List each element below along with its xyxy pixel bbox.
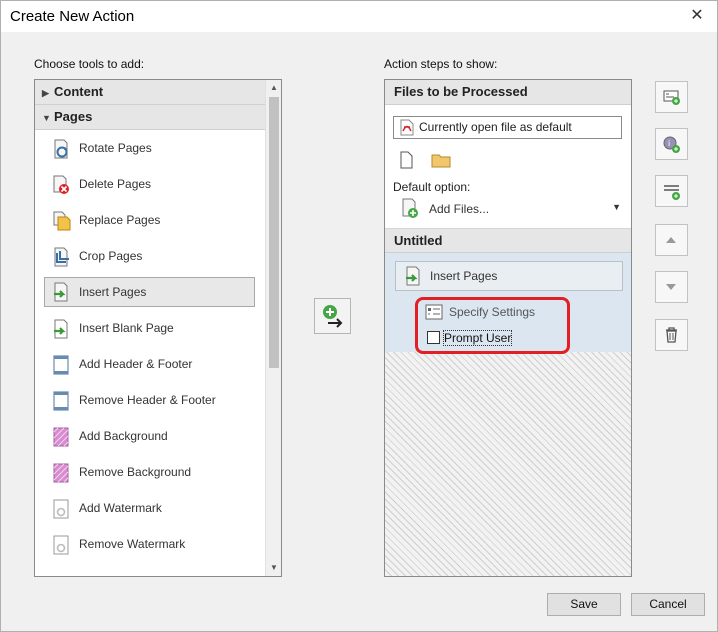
tool-add-background[interactable]: Add Background xyxy=(35,418,266,454)
file-icon xyxy=(400,151,413,169)
tool-remove-watermark[interactable]: Remove Watermark xyxy=(35,526,266,562)
add-instruction-step-icon xyxy=(663,90,680,105)
section-content[interactable]: ▶ Content xyxy=(35,80,266,105)
insert-pages-icon xyxy=(406,266,420,286)
rotate-pages-icon xyxy=(54,139,68,159)
move-up-button[interactable] xyxy=(655,224,688,256)
delete-pages-icon xyxy=(53,175,69,194)
move-up-icon xyxy=(666,237,676,243)
dropdown-arrow-icon: ▼ xyxy=(612,202,621,212)
add-instruction-step-button[interactable] xyxy=(655,81,688,113)
file-source-field[interactable]: Currently open file as default xyxy=(393,116,622,139)
empty-steps-area xyxy=(385,352,631,576)
tool-crop-pages[interactable]: Crop Pages xyxy=(35,238,266,274)
cancel-button[interactable]: Cancel xyxy=(631,593,705,616)
svg-text:i: i xyxy=(668,139,670,148)
tools-scrollbar[interactable]: ▲ ▼ xyxy=(265,80,281,576)
insert-pages-icon xyxy=(54,282,68,302)
delete-step-button[interactable] xyxy=(655,319,688,351)
tool-delete-pages[interactable]: Delete Pages xyxy=(35,166,266,202)
action-steps-label: Action steps to show: xyxy=(384,57,498,71)
add-header-footer-icon xyxy=(53,355,69,375)
add-background-icon xyxy=(53,427,69,447)
add-to-action-icon xyxy=(323,305,343,328)
tool-remove-background[interactable]: Remove Background xyxy=(35,454,266,490)
default-option-label: Default option: xyxy=(393,180,471,194)
scrollbar-thumb[interactable] xyxy=(269,97,279,368)
add-tool-button[interactable] xyxy=(314,298,351,334)
add-panel-button[interactable] xyxy=(655,175,688,207)
highlight-annotation xyxy=(415,297,570,354)
tools-list: ▶ Content ▼ Pages Rotate Pages Delete Page… xyxy=(34,79,282,577)
choose-tools-label: Choose tools to add: xyxy=(34,57,145,71)
remove-watermark-icon xyxy=(53,535,69,555)
tool-remove-header-footer[interactable]: Remove Header & Footer xyxy=(35,382,266,418)
insert-blank-page-icon xyxy=(54,319,68,339)
files-header: Files to be Processed xyxy=(385,80,631,105)
add-panel-separator-button[interactable]: i xyxy=(655,128,688,160)
remove-header-footer-icon xyxy=(53,391,69,411)
tool-replace-pages[interactable]: Replace Pages xyxy=(35,202,266,238)
tool-rotate-pages[interactable]: Rotate Pages xyxy=(35,130,266,166)
create-new-action-dialog: Create New Action ✕ Choose tools to add:… xyxy=(0,0,718,632)
add-folder-button[interactable] xyxy=(428,147,452,171)
folder-icon xyxy=(431,154,451,168)
default-option-dropdown[interactable]: Add Files... ▼ xyxy=(401,197,621,221)
section-pages[interactable]: ▼ Pages xyxy=(35,105,266,130)
remove-background-icon xyxy=(53,463,69,483)
dialog-title: Create New Action xyxy=(10,8,135,25)
crop-pages-icon xyxy=(54,247,69,267)
add-file-button[interactable] xyxy=(393,147,417,171)
save-button[interactable]: Save xyxy=(547,593,621,616)
add-files-icon xyxy=(402,198,418,218)
add-panel-separator-icon: i xyxy=(663,136,680,153)
chevron-down-icon: ▼ xyxy=(42,113,51,123)
move-down-icon xyxy=(666,284,676,290)
replace-pages-icon xyxy=(53,211,71,231)
tool-insert-blank-page[interactable]: Insert Blank Page xyxy=(35,310,266,346)
default-option-value: Add Files... xyxy=(429,202,490,216)
trash-icon xyxy=(666,327,677,343)
add-panel-icon xyxy=(664,185,680,200)
tool-insert-pages[interactable]: Insert Pages xyxy=(44,277,255,307)
pdf-file-icon xyxy=(400,119,414,136)
chevron-right-icon: ▶ xyxy=(42,88,49,98)
add-watermark-icon xyxy=(53,499,69,519)
tool-add-watermark[interactable]: Add Watermark xyxy=(35,490,266,526)
tool-add-header-footer[interactable]: Add Header & Footer xyxy=(35,346,266,382)
scroll-down-icon[interactable]: ▼ xyxy=(266,560,281,576)
close-icon[interactable]: ✕ xyxy=(685,5,709,27)
scroll-up-icon[interactable]: ▲ xyxy=(266,80,281,96)
insert-pages-step[interactable]: Insert Pages xyxy=(395,261,623,291)
untitled-header[interactable]: Untitled xyxy=(385,228,631,253)
title-bar: Create New Action ✕ xyxy=(1,1,717,32)
move-down-button[interactable] xyxy=(655,271,688,303)
